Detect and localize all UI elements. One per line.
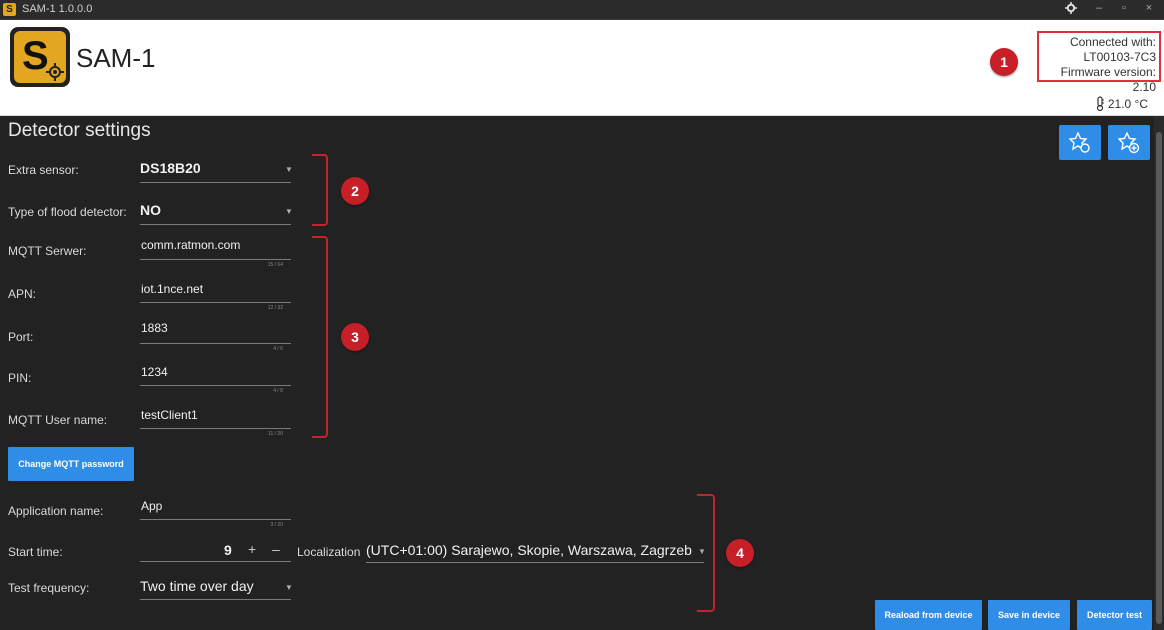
application-name-input[interactable]: App (141, 499, 162, 513)
extra-sensor-label: Extra sensor: (8, 163, 79, 177)
mqtt-server-input[interactable]: comm.ratmon.com (141, 238, 240, 252)
gear-icon (46, 63, 64, 81)
application-name-label: Application name: (8, 504, 104, 518)
extra-sensor-underline (140, 182, 291, 183)
page-title: Detector settings (8, 120, 151, 141)
mqtt-server-counter: 15 / 64 (267, 262, 283, 268)
firmware-version: Firmware version: 2.10 (1060, 65, 1156, 94)
annotation-badge-2: 2 (341, 177, 369, 205)
pin-label: PIN: (8, 371, 32, 385)
chevron-down-icon[interactable]: ▼ (285, 207, 293, 216)
change-mqtt-password-button[interactable]: Change MQTT password (8, 447, 134, 481)
test-frequency-underline (140, 599, 291, 600)
mqtt-server-underline (140, 259, 291, 260)
apn-counter: 12 / 32 (267, 305, 283, 311)
flood-detector-select[interactable]: NO (140, 202, 161, 218)
port-input[interactable]: 1883 (141, 321, 168, 335)
chevron-down-icon[interactable]: ▼ (285, 165, 293, 174)
mqtt-user-counter: 11 / 20 (268, 431, 283, 437)
star-add-icon (1118, 132, 1140, 154)
annotation-badge-4: 4 (726, 539, 754, 567)
chevron-down-icon[interactable]: ▼ (285, 583, 293, 592)
connection-label: Connected with: (1069, 35, 1156, 49)
extra-sensor-select[interactable]: DS18B20 (140, 160, 201, 176)
start-time-label: Start time: (8, 545, 63, 559)
temperature-value: 21.0 °C (1107, 97, 1148, 111)
application-name-counter: 3 / 20 (270, 522, 283, 528)
apn-label: APN: (8, 287, 37, 301)
pin-counter: 4 / 8 (273, 388, 283, 394)
temperature-readout: 21.0 °C (1095, 96, 1148, 112)
annotation-brace-2 (312, 154, 328, 226)
mqtt-server-label: MQTT Serwer: (8, 244, 87, 258)
start-time-decrement[interactable]: – (272, 541, 280, 557)
port-underline (140, 343, 291, 344)
window-title: SAM-1 1.0.0.0 (22, 3, 93, 15)
localization-label: Localization (297, 545, 361, 559)
apn-input[interactable]: iot.1nce.net (141, 282, 203, 296)
save-in-device-button[interactable]: Save in device (988, 600, 1070, 630)
flood-detector-label: Type of flood detector: (8, 205, 127, 219)
annotation-badge-3: 3 (341, 323, 369, 351)
annotation-brace-3 (312, 236, 328, 438)
maximize-button[interactable]: ▫ (1115, 2, 1133, 14)
mqtt-user-label: MQTT User name: (8, 413, 108, 427)
test-frequency-label: Test frequency: (8, 581, 90, 595)
app-name: SAM-1 (76, 43, 156, 73)
favorite-add-button[interactable] (1108, 125, 1150, 160)
gear-icon[interactable] (1062, 2, 1080, 17)
thermometer-icon (1096, 96, 1104, 112)
pin-underline (140, 385, 291, 386)
apn-underline (140, 302, 291, 303)
app-logo: S (10, 27, 70, 87)
connection-info: Connected with: LT00103-7C3 Firmware ver… (1037, 31, 1161, 94)
scrollbar-thumb[interactable] (1156, 132, 1162, 624)
favorite-settings-button[interactable] (1059, 125, 1101, 160)
annotation-brace-4 (697, 494, 715, 612)
window-titlebar: S SAM-1 1.0.0.0 – ▫ × (0, 0, 1164, 20)
mqtt-user-underline (140, 428, 291, 429)
app-small-logo: S (3, 3, 16, 16)
mqtt-user-input[interactable]: testClient1 (141, 408, 198, 422)
start-time-underline (140, 561, 291, 562)
start-time-increment[interactable]: + (248, 541, 256, 557)
reload-from-device-button[interactable]: Reaload from device (875, 600, 982, 630)
localization-underline (366, 562, 704, 563)
port-counter: 4 / 6 (273, 346, 283, 352)
port-label: Port: (8, 330, 34, 344)
localization-select[interactable]: (UTC+01:00) Sarajewo, Skopie, Warszawa, … (366, 542, 692, 558)
annotation-badge-1: 1 (990, 48, 1018, 76)
scrollbar[interactable] (1154, 116, 1164, 630)
device-id: LT00103-7C3 (1083, 50, 1157, 64)
detector-settings-panel: Detector settings Extra sensor: DS18B20 … (0, 116, 1164, 630)
app-header: S SAM-1 1 Connected with: LT00103-7C3 Fi… (0, 20, 1164, 116)
start-time-value[interactable]: 9 (224, 542, 232, 558)
application-name-underline (140, 519, 291, 520)
detector-test-button[interactable]: Detector test (1077, 600, 1152, 630)
pin-input[interactable]: 1234 (141, 365, 168, 379)
minimize-button[interactable]: – (1090, 2, 1108, 14)
star-settings-icon (1069, 132, 1090, 153)
close-button[interactable]: × (1140, 2, 1158, 14)
app-logo-letter: S (22, 34, 49, 78)
flood-detector-underline (140, 224, 291, 225)
test-frequency-select[interactable]: Two time over day (140, 578, 254, 594)
